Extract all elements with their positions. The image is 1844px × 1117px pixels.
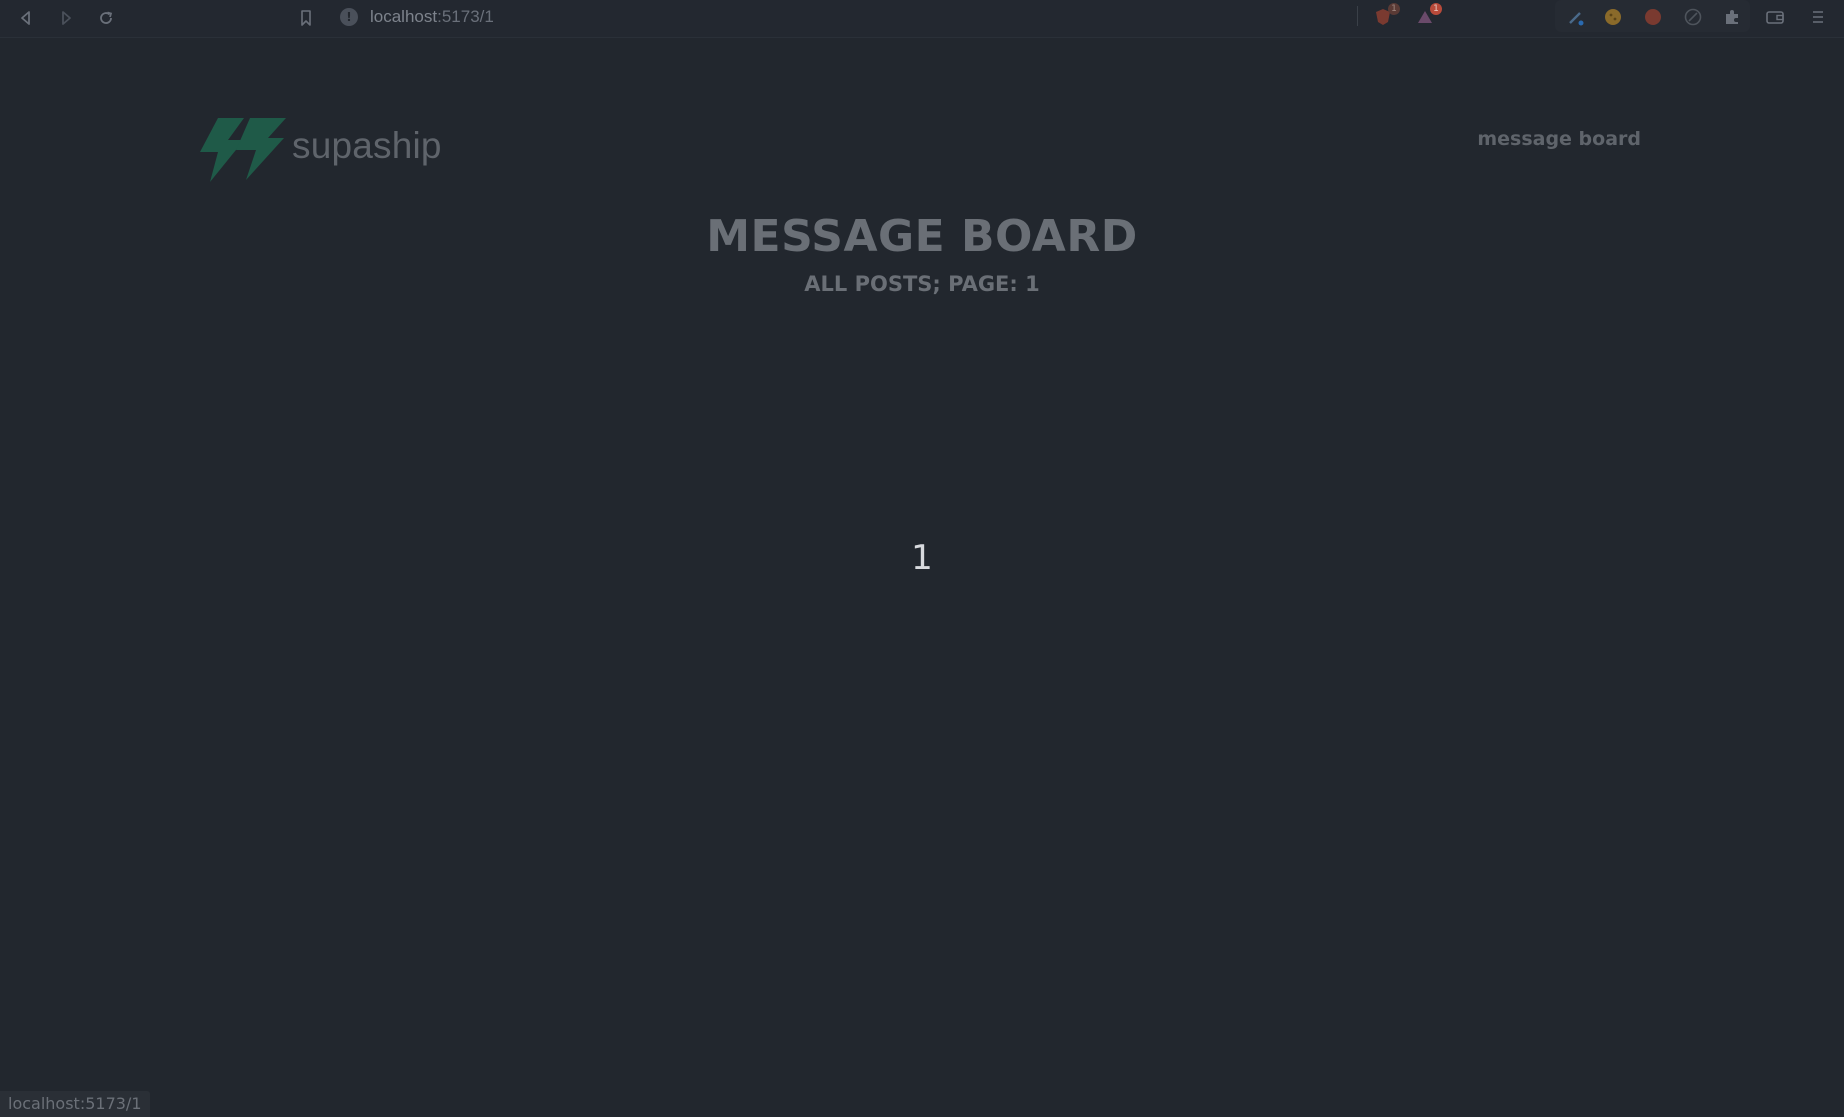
brave-rewards-button[interactable]: 1 <box>1412 3 1442 30</box>
shields-count-badge: 1 <box>1388 3 1400 15</box>
brave-shields-button[interactable]: 1 <box>1370 3 1400 30</box>
address-bar[interactable]: ! localhost:5173/1 <box>340 2 1360 32</box>
blocked-icon <box>1684 8 1702 26</box>
wallet-icon <box>1766 11 1784 24</box>
url-text[interactable]: localhost:5173/1 <box>370 7 494 27</box>
forward-button[interactable] <box>52 4 80 32</box>
wallet-button[interactable] <box>1762 4 1788 30</box>
puzzle-icon <box>1726 10 1738 24</box>
alerts-count-badge: 1 <box>1430 3 1442 15</box>
page-number: 1 <box>911 538 933 578</box>
page-title: Message Board <box>706 211 1138 262</box>
reload-button[interactable] <box>92 4 120 32</box>
nav-link-message-board[interactable]: message board <box>1477 128 1641 150</box>
bookmark-button[interactable] <box>292 4 320 32</box>
bookmark-icon <box>301 10 311 26</box>
extension-cookie-button[interactable] <box>1600 4 1626 30</box>
pen-icon <box>1569 12 1584 26</box>
extension-blocked-button[interactable] <box>1680 4 1706 30</box>
extension-compass-button[interactable] <box>1640 4 1666 30</box>
reload-icon <box>100 11 113 24</box>
info-icon[interactable]: ! <box>340 8 358 26</box>
page-subtitle: All Posts; page: 1 <box>804 272 1040 296</box>
extensions-button[interactable] <box>1719 4 1745 30</box>
hamburger-menu-icon <box>1813 11 1823 23</box>
compass-icon <box>1645 9 1661 25</box>
brand-name: supaship <box>292 125 442 166</box>
extension-pen-button[interactable] <box>1563 4 1589 30</box>
toolbar-divider <box>1357 6 1358 26</box>
page-content: supaship message board Message Board All… <box>0 38 1844 1117</box>
menu-button[interactable] <box>1805 4 1831 30</box>
lightning-bolt-icon <box>200 118 286 182</box>
browser-toolbar: ! localhost:5173/1 1 1 <box>0 0 1844 38</box>
forward-arrow-icon <box>62 11 71 25</box>
back-arrow-icon <box>21 11 30 25</box>
back-button[interactable] <box>12 4 40 32</box>
site-logo[interactable]: supaship <box>188 116 442 184</box>
cookie-icon <box>1605 9 1621 25</box>
status-bar-url: localhost:5173/1 <box>0 1091 150 1117</box>
